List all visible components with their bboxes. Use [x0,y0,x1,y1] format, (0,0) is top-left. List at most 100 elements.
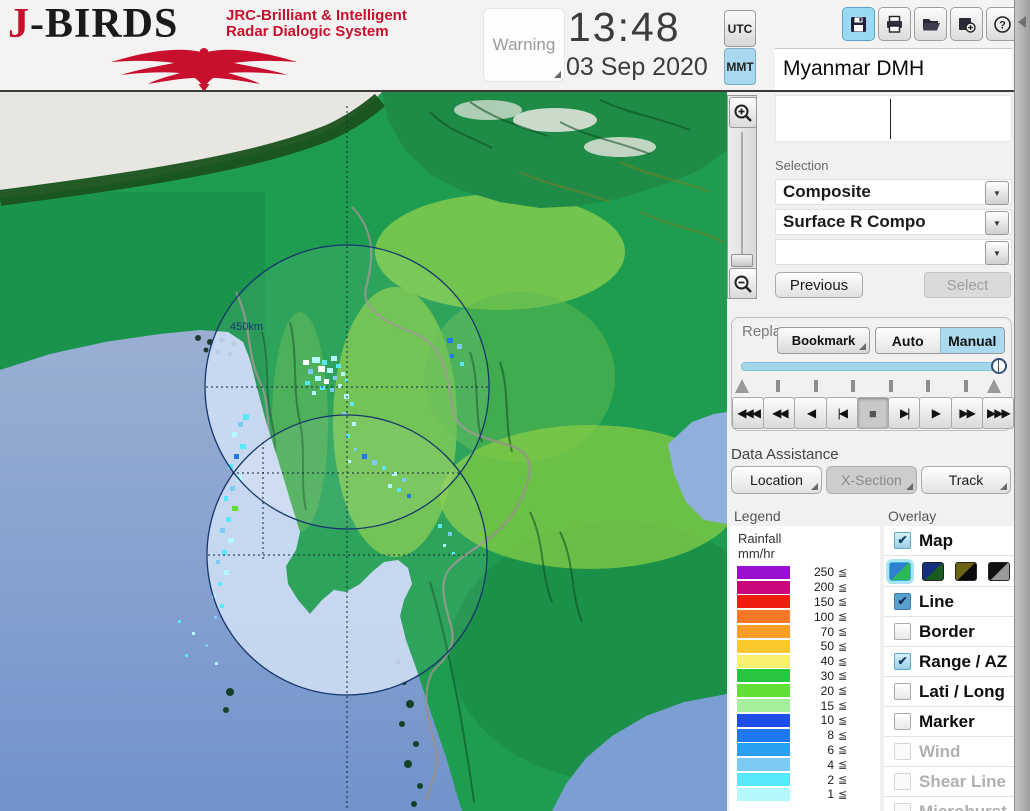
legend-color-swatch [737,625,790,639]
legend-row: 200 ≦ [730,580,880,595]
manual-button[interactable]: Manual [939,328,1004,353]
track-button[interactable]: Track [921,466,1011,494]
radar-map[interactable]: 450km [0,92,790,811]
shear-line-checkbox [894,773,911,790]
print-button[interactable] [878,7,911,41]
extra-dropdown: ▼ [775,239,1012,265]
timezone-mmt-button[interactable]: MMT [724,48,756,85]
image-plus-icon [959,17,976,33]
zoom-in-button[interactable] [729,97,757,128]
play-button[interactable]: ▶ [919,397,952,429]
legend-color-swatch [737,610,790,624]
zoom-out-button[interactable] [729,268,757,299]
map-style-2[interactable] [922,561,944,581]
app-tagline: JRC-Brilliant & Intelligent Radar Dialog… [226,7,407,40]
clock-date: 03 Sep 2020 [566,53,708,81]
less-equal-symbol: ≦ [838,566,848,579]
lati-long-checkbox[interactable] [894,683,911,700]
fast-rewind-button[interactable]: ◀◀ [763,397,796,429]
category-dropdown-arrow-button[interactable]: ▼ [985,181,1009,205]
legend-row: 100 ≦ [730,609,880,624]
auto-button[interactable]: Auto [876,328,940,353]
selection-label: Selection [775,158,829,173]
less-equal-symbol: ≦ [838,655,848,668]
map-label: Map [919,530,953,550]
product-dropdown-arrow-button[interactable]: ▼ [985,211,1009,235]
map-checkbox[interactable]: ✔ [894,532,911,549]
panel-collapse-strip[interactable] [1014,0,1030,811]
product-dropdown-value: Surface R Compo [783,212,926,231]
x-section-button[interactable]: X-Section [826,466,917,494]
bookmark-button[interactable]: Bookmark [777,327,870,354]
overlay-row-lati-long: Lati / Long [884,677,1014,707]
zoom-slider-thumb[interactable] [731,254,753,267]
step-forward-button[interactable]: ▶| [888,397,921,429]
location-button[interactable]: Location [731,466,822,494]
microburst-label: Microburst [919,801,1007,811]
stop-button[interactable]: ■ [856,397,890,429]
legend-row: 30 ≦ [730,669,880,684]
text-cursor [890,99,891,139]
open-button[interactable] [914,7,947,41]
map-style-4[interactable] [988,561,1010,581]
slider-tick [776,380,780,392]
extra-dropdown-arrow-button[interactable]: ▼ [985,241,1009,265]
legend-color-swatch [737,728,790,742]
range-label: 450km [230,321,263,333]
slider-tick [889,380,893,392]
map-style-1[interactable] [889,561,911,581]
line-checkbox[interactable]: ✔ [894,593,911,610]
status-display-box [775,95,1012,142]
less-equal-symbol: ≦ [838,685,848,698]
less-equal-symbol: ≦ [838,640,848,653]
replay-timeline-slider[interactable] [741,358,1007,374]
legend-color-swatch [737,713,790,727]
map-style-swatches [884,556,1014,587]
range-az-checkbox[interactable]: ✔ [894,653,911,670]
legend-row: 150 ≦ [730,595,880,610]
save-button[interactable] [842,7,875,41]
magnifier-minus-icon [734,275,752,293]
floppy-icon [851,16,866,32]
legend-color-swatch [737,654,790,668]
overlay-row-range-az: ✔ Range / AZ [884,647,1014,677]
map-style-3[interactable] [955,561,977,581]
station-name: Myanmar DMH [783,57,925,80]
timezone-utc-button[interactable]: UTC [724,10,756,47]
step-back-button[interactable]: |◀ [825,397,858,429]
overlay-row-line: ✔ Line [884,587,1014,617]
magnifier-plus-icon [734,104,752,122]
slider-end-marker [735,379,749,393]
play-backward-button[interactable]: ◀ [794,397,827,429]
legend-color-swatch [737,787,790,801]
timeline-thumb[interactable] [991,358,1007,374]
legend-row: 1 ≦ [730,787,880,802]
previous-button[interactable]: Previous [775,272,863,298]
line-label: Line [919,591,954,611]
legend-threshold-value: 150 [813,594,834,609]
overlay-row-map: ✔ Map [884,526,1014,556]
wind-label: Wind [919,741,961,761]
legend-row: 50 ≦ [730,639,880,654]
slider-tick [926,380,930,392]
less-equal-symbol: ≦ [838,759,848,772]
legend-color-swatch [737,684,790,698]
fast-forward-button[interactable]: ▶▶ [950,397,983,429]
select-button[interactable]: Select [924,272,1011,298]
overlay-row-microburst: Microburst [884,797,1014,811]
legend-threshold-value: 70 [820,624,834,639]
top-bar: J-BIRDS JRC-Brilliant & Intelligent Rada… [0,0,1030,92]
main-toolbar: ? [842,7,1019,41]
warning-button[interactable]: Warning [483,8,565,82]
marker-checkbox[interactable] [894,713,911,730]
fast-rewind-3-button[interactable]: ◀◀◀ [732,397,765,429]
add-image-button[interactable] [950,7,983,41]
legend-threshold-value: 10 [820,713,834,728]
border-label: Border [919,621,975,641]
border-checkbox[interactable] [894,623,911,640]
slider-tick [814,380,818,392]
fast-forward-3-button[interactable]: ▶▶▶ [981,397,1014,429]
marker-label: Marker [919,711,975,731]
zoom-slider-track [741,132,743,256]
playback-controls: ◀◀◀ ◀◀ ◀ |◀ ■ ▶| ▶ ▶▶ ▶▶▶ [732,397,1014,429]
